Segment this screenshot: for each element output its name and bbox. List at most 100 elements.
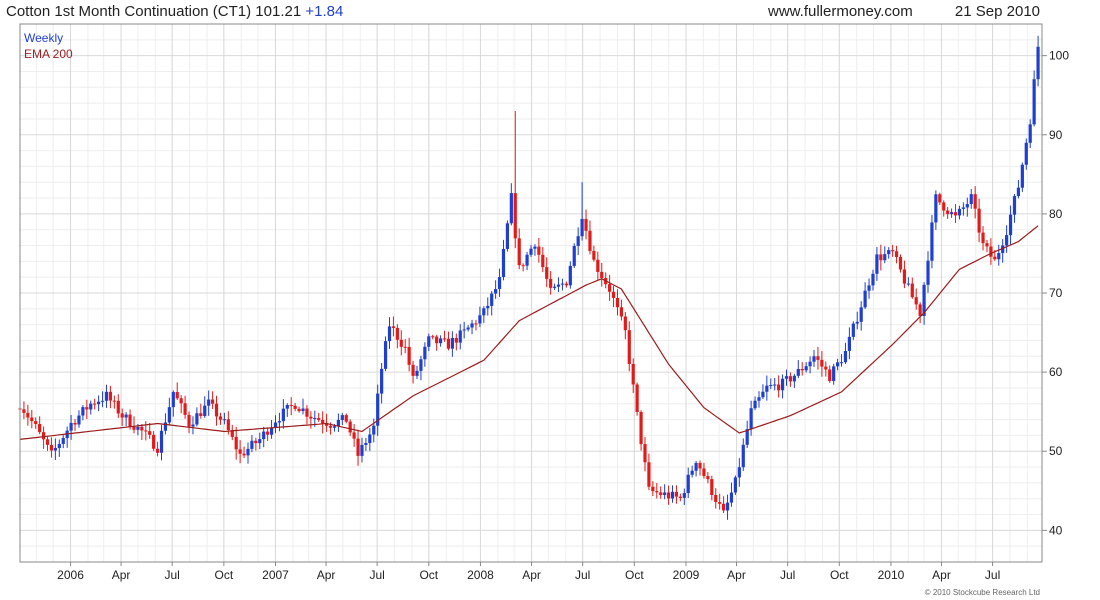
candle bbox=[383, 336, 388, 372]
candle-body bbox=[124, 414, 128, 418]
candle-body bbox=[317, 418, 321, 420]
candle-body bbox=[706, 476, 710, 480]
candle-body bbox=[627, 330, 631, 364]
candle-body bbox=[694, 462, 698, 471]
candle-body bbox=[855, 321, 859, 324]
candle-body bbox=[545, 267, 549, 279]
candle-body bbox=[360, 444, 364, 456]
candle-body bbox=[97, 401, 101, 405]
candle-body bbox=[159, 430, 164, 453]
candle-body bbox=[368, 434, 372, 444]
candle-body bbox=[946, 210, 950, 215]
candle-body bbox=[918, 304, 922, 316]
candle-body bbox=[423, 346, 427, 360]
candle-body bbox=[387, 326, 392, 342]
candle-body bbox=[509, 193, 513, 224]
candle-body bbox=[623, 316, 627, 331]
candle-body bbox=[171, 392, 175, 408]
candle-body bbox=[372, 425, 376, 435]
candle-body bbox=[454, 338, 458, 343]
candle-body bbox=[1028, 124, 1032, 143]
candle-body bbox=[560, 283, 565, 285]
candle-body bbox=[993, 256, 997, 260]
candle-body bbox=[780, 378, 785, 391]
x-tick-label: Jul bbox=[165, 568, 180, 582]
candle-body bbox=[824, 366, 828, 370]
candle-body bbox=[828, 369, 832, 382]
candle-body bbox=[851, 323, 855, 337]
y-tick-label: 100 bbox=[1049, 49, 1069, 63]
candle-body bbox=[435, 336, 439, 344]
candle-body bbox=[332, 426, 337, 428]
candle-body bbox=[352, 432, 356, 439]
candle-body bbox=[486, 305, 490, 309]
candle-body bbox=[997, 253, 1001, 260]
candle-body bbox=[981, 232, 985, 244]
x-tick-label: Oct bbox=[625, 568, 644, 582]
website-link[interactable]: www.fullermoney.com bbox=[767, 3, 913, 20]
candle-body bbox=[729, 492, 734, 503]
y-tick-label: 50 bbox=[1049, 444, 1063, 458]
candle-body bbox=[902, 269, 907, 284]
candle-body bbox=[529, 248, 533, 255]
candle-body bbox=[942, 202, 946, 211]
candle-body bbox=[552, 286, 557, 288]
x-tick-label: Apr bbox=[932, 568, 951, 582]
candle-body bbox=[651, 486, 655, 492]
candle-body bbox=[41, 432, 46, 440]
candle-body bbox=[277, 421, 282, 423]
cotton-chart: 40 50 60 70 80 90 100 2006 Apr Jul Oct 2007 Apr Jul O… bbox=[0, 0, 1100, 600]
candle-body bbox=[722, 503, 726, 511]
legend-weekly: Weekly bbox=[24, 31, 63, 45]
candle-body bbox=[804, 366, 808, 371]
candle-body bbox=[1016, 187, 1021, 197]
candle-body bbox=[167, 407, 171, 423]
candle-body bbox=[556, 284, 561, 287]
candle-body bbox=[517, 238, 521, 266]
candle-body bbox=[203, 405, 207, 416]
candle-body bbox=[462, 329, 466, 331]
candle-body bbox=[148, 431, 152, 435]
candle-body bbox=[69, 422, 73, 431]
candle-body bbox=[407, 346, 411, 365]
candle-body bbox=[281, 408, 285, 422]
candle-body bbox=[356, 438, 360, 456]
candle-body bbox=[1005, 235, 1009, 246]
candle-body bbox=[242, 453, 246, 456]
candle-body bbox=[438, 338, 443, 344]
candle-body bbox=[666, 492, 671, 499]
candle-body bbox=[576, 236, 580, 246]
candle-body bbox=[34, 421, 38, 424]
candle-body bbox=[490, 293, 494, 306]
candle-body bbox=[930, 222, 934, 261]
candle-body bbox=[254, 440, 258, 444]
y-tick-label: 80 bbox=[1049, 207, 1063, 221]
candle-body bbox=[49, 444, 54, 451]
candle-body bbox=[619, 307, 624, 317]
candle-body bbox=[714, 494, 718, 503]
x-tick-label: Jul bbox=[575, 568, 590, 582]
y-tick-label: 90 bbox=[1049, 128, 1063, 142]
candle-body bbox=[753, 400, 757, 409]
candle-body bbox=[458, 330, 462, 343]
candle-body bbox=[749, 408, 753, 430]
candle-body bbox=[863, 290, 867, 308]
candle-body bbox=[847, 336, 851, 351]
candle-body bbox=[250, 440, 254, 449]
x-tick-label: Jul bbox=[780, 568, 795, 582]
candle-body bbox=[788, 376, 793, 382]
candle-body bbox=[191, 424, 195, 427]
candle-body bbox=[132, 426, 136, 430]
candle-body bbox=[710, 479, 714, 495]
candle-body bbox=[234, 436, 238, 450]
candle-body bbox=[800, 369, 804, 371]
candle-body bbox=[977, 208, 981, 233]
candle-body bbox=[678, 496, 682, 498]
candle-body bbox=[839, 362, 844, 364]
candle-body bbox=[639, 411, 643, 445]
candle-body bbox=[501, 248, 506, 278]
candle-body bbox=[474, 323, 478, 325]
candle-body bbox=[175, 392, 179, 399]
candle-body bbox=[1032, 79, 1036, 125]
candle-body bbox=[497, 277, 502, 290]
